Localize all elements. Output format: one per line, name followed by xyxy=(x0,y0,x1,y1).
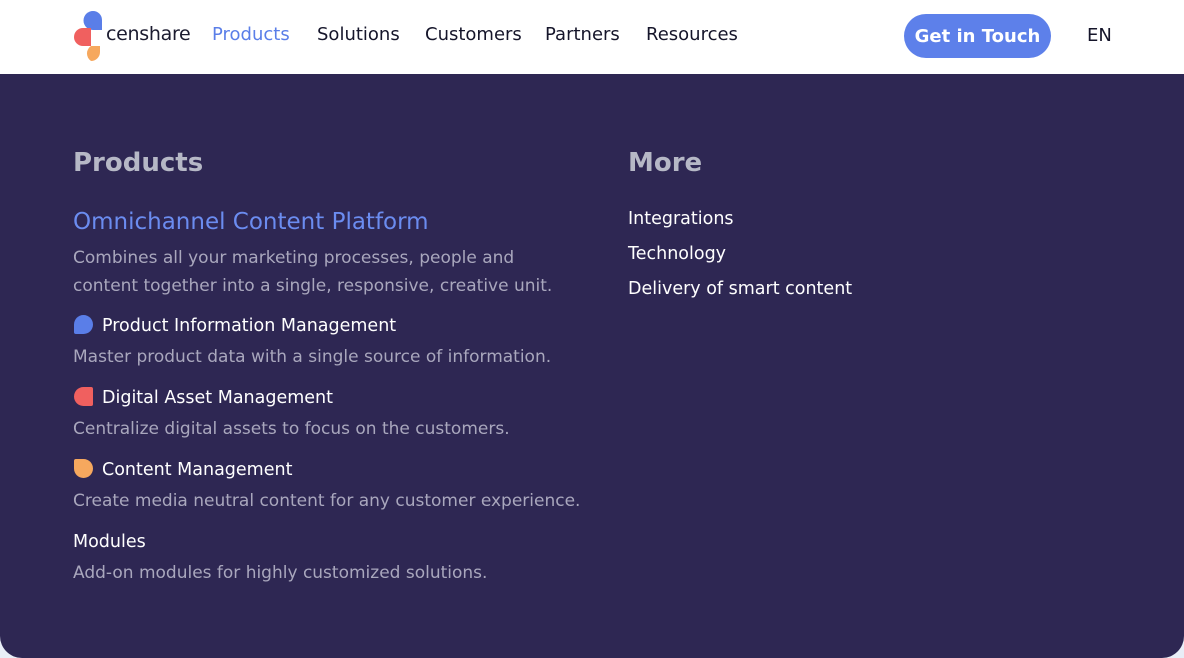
content-management-link[interactable]: Content Management xyxy=(102,460,292,480)
dam-blob-icon xyxy=(74,387,93,406)
pim-blob-icon xyxy=(74,315,93,334)
pim-desc: Master product data with a single source… xyxy=(73,347,552,367)
modules-desc: Add-on modules for highly customized sol… xyxy=(73,563,488,583)
nav-products[interactable]: Products xyxy=(212,24,290,45)
nav-customers[interactable]: Customers xyxy=(425,24,522,45)
more-heading: More xyxy=(628,148,703,178)
censhare-logo-icon xyxy=(74,11,102,61)
get-in-touch-button[interactable]: Get in Touch xyxy=(904,14,1051,58)
logo-wordmark: censhare xyxy=(106,23,191,45)
smart-content-link[interactable]: Delivery of smart content xyxy=(628,279,852,299)
site-header: censhare Products Solutions Customers Pa… xyxy=(0,0,1184,74)
cm-blob-icon xyxy=(74,459,93,478)
modules-link[interactable]: Modules xyxy=(73,532,146,552)
omnichannel-platform-link[interactable]: Omnichannel Content Platform xyxy=(73,209,429,235)
products-heading: Products xyxy=(73,148,204,178)
nav-resources[interactable]: Resources xyxy=(646,24,738,45)
cm-desc: Create media neutral content for any cus… xyxy=(73,491,581,511)
censhare-logo[interactable]: censhare xyxy=(73,10,191,64)
technology-link[interactable]: Technology xyxy=(628,244,726,264)
pim-link[interactable]: Product Information Management xyxy=(102,316,396,336)
nav-solutions[interactable]: Solutions xyxy=(317,24,400,45)
language-switcher[interactable]: EN xyxy=(1087,25,1112,46)
dam-desc: Centralize digital assets to focus on th… xyxy=(73,419,510,439)
omnichannel-desc-line2: content together into a single, responsi… xyxy=(73,276,553,296)
integrations-link[interactable]: Integrations xyxy=(628,209,734,229)
nav-partners[interactable]: Partners xyxy=(545,24,620,45)
products-mega-menu: Products Omnichannel Content Platform Co… xyxy=(0,74,1184,658)
omnichannel-desc-line1: Combines all your marketing processes, p… xyxy=(73,248,515,268)
dam-link[interactable]: Digital Asset Management xyxy=(102,388,333,408)
